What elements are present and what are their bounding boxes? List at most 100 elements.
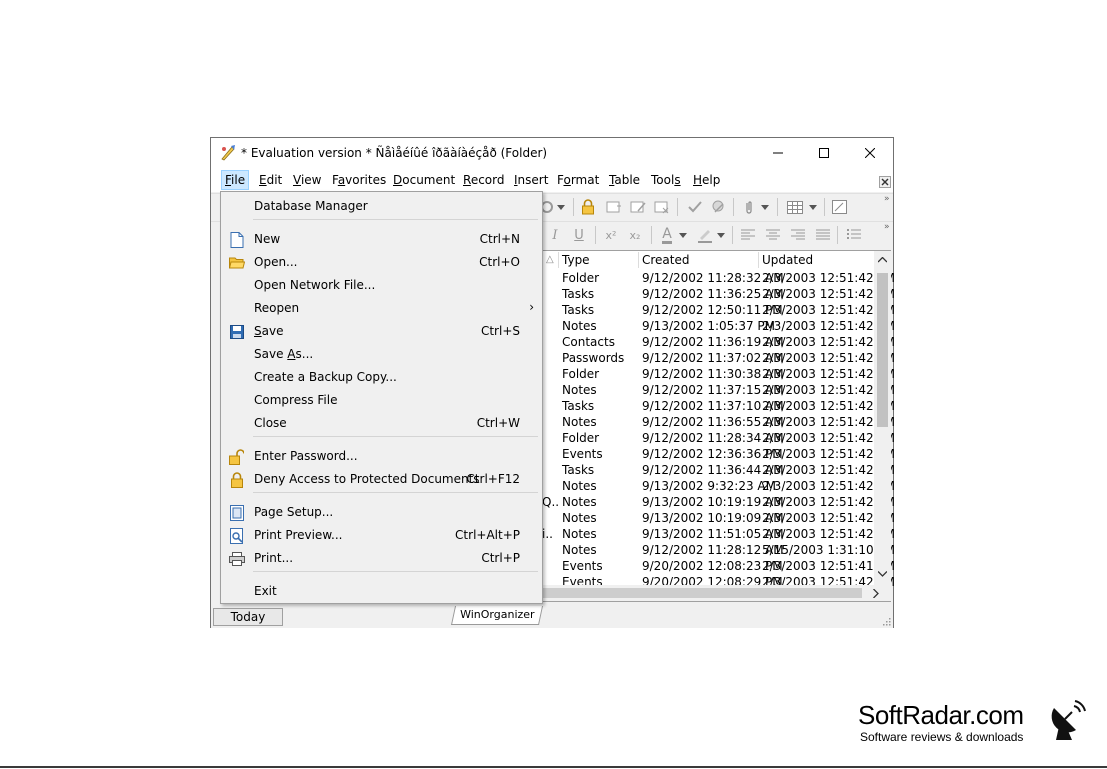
menu-item-open[interactable]: Open... Ctrl+O — [223, 251, 540, 273]
vertical-scrollbar[interactable] — [874, 251, 891, 585]
column-header-created[interactable]: Created — [642, 253, 690, 267]
menu-item-label: Compress File — [254, 393, 338, 407]
toolbar-dropdown-2[interactable] — [759, 197, 771, 217]
scroll-up-icon[interactable] — [878, 257, 887, 263]
toolbar-dropdown-3[interactable] — [807, 197, 819, 217]
toolbar-spellcheck-button[interactable] — [709, 197, 729, 217]
menu-item-shortcut: Ctrl+S — [480, 324, 520, 338]
menu-item-print[interactable]: Print... Ctrl+P — [223, 547, 540, 569]
toolbar-table-button[interactable] — [785, 197, 805, 217]
toolbar-dropdown-1[interactable] — [555, 197, 567, 217]
menu-item-save-as[interactable]: Save As... — [223, 343, 540, 365]
menu-item-close[interactable]: Close Ctrl+W — [223, 412, 540, 434]
resize-grip-icon[interactable] — [881, 616, 891, 626]
locked-padlock-icon — [228, 471, 245, 488]
justify-button[interactable] — [813, 225, 833, 245]
menu-item-enter-password[interactable]: Enter Password... — [223, 445, 540, 467]
menu-item-shortcut: Ctrl+F12 — [466, 472, 520, 486]
watermark-name: SoftRadar.com — [858, 700, 1024, 730]
menu-item-label: Close — [254, 416, 287, 430]
minimize-button[interactable] — [755, 138, 801, 168]
menu-item-label: Save As... — [254, 347, 314, 361]
menu-item-database-manager[interactable]: Database Manager — [223, 195, 540, 217]
toolbar-edit-record-button[interactable] — [628, 197, 648, 217]
menu-format[interactable]: Format — [554, 171, 602, 189]
menu-item-create-backup-copy[interactable]: Create a Backup Copy... — [223, 366, 540, 388]
maximize-button[interactable] — [801, 138, 847, 168]
toolbar-delete-record-button[interactable] — [652, 197, 672, 217]
menu-item-label: Reopen — [254, 301, 300, 315]
row-created: 9/13/2002 9:32:23 AM — [642, 479, 776, 493]
highlight-button[interactable] — [695, 225, 715, 245]
menu-help[interactable]: Help — [690, 171, 723, 189]
font-color-button[interactable]: A — [657, 225, 677, 245]
menu-item-page-setup[interactable]: Page Setup... — [223, 501, 540, 523]
align-center-button[interactable] — [763, 225, 783, 245]
bullet-list-button[interactable] — [844, 225, 864, 245]
highlighter-icon — [698, 230, 712, 243]
toolbar-add-record-button[interactable] — [604, 197, 624, 217]
mdi-close-icon[interactable] — [879, 176, 891, 188]
toolbar-check-button[interactable] — [685, 197, 705, 217]
menu-separator — [253, 219, 538, 220]
menu-table[interactable]: Table — [606, 171, 643, 189]
new-document-icon — [228, 231, 245, 248]
menu-view[interactable]: View — [290, 171, 324, 189]
toolbar-attach-button[interactable] — [739, 197, 759, 217]
scroll-down-icon[interactable] — [878, 571, 887, 577]
toolbar-image-button[interactable] — [829, 197, 849, 217]
row-type: Tasks — [562, 399, 595, 413]
menu-item-label: Database Manager — [254, 199, 368, 213]
menu-item-exit[interactable]: Exit — [223, 580, 540, 602]
status-bar: Today WinOrganizer — [211, 604, 893, 628]
row-type: Notes — [562, 415, 597, 429]
toolbar-overflow-chevron[interactable]: » — [884, 194, 890, 204]
unlocked-padlock-icon — [228, 448, 245, 465]
toolbar-separator — [777, 198, 778, 216]
menu-record[interactable]: Record — [460, 171, 507, 189]
maximize-icon — [819, 148, 829, 158]
column-header-type[interactable]: Type — [562, 253, 590, 267]
close-window-button[interactable] — [847, 138, 893, 168]
menu-item-label: New — [254, 232, 281, 246]
underline-button[interactable]: U — [569, 225, 589, 245]
scroll-right-icon[interactable] — [873, 589, 879, 598]
vertical-scroll-thumb[interactable] — [877, 273, 888, 427]
menu-document[interactable]: Document — [390, 171, 458, 189]
page-setup-icon — [228, 504, 245, 521]
menu-item-deny-access[interactable]: Deny Access to Protected Documents Ctrl+F… — [223, 468, 540, 490]
menu-item-shortcut: Ctrl+W — [476, 416, 520, 430]
menu-insert[interactable]: Insert — [511, 171, 551, 189]
submenu-arrow-icon: › — [529, 300, 534, 314]
highlight-dropdown[interactable] — [715, 225, 727, 245]
align-left-button[interactable] — [738, 225, 758, 245]
menu-item-label: Exit — [254, 584, 277, 598]
menu-favorites[interactable]: Favorites — [329, 171, 389, 189]
menu-edit[interactable]: Edit — [256, 171, 285, 189]
row-created: 9/13/2002 1:05:37 PM — [642, 319, 776, 333]
document-tab-label: WinOrganizer — [460, 608, 535, 621]
italic-button[interactable]: I — [545, 225, 565, 245]
menu-file[interactable]: File — [221, 170, 250, 190]
menu-separator — [253, 571, 538, 572]
menu-item-save[interactable]: Save Ctrl+S — [223, 320, 540, 342]
menu-tools[interactable]: Tools — [648, 171, 684, 189]
menu-item-open-network-file[interactable]: Open Network File... — [223, 274, 540, 296]
menu-item-print-preview[interactable]: Print Preview... Ctrl+Alt+P — [223, 524, 540, 546]
menu-item-compress-file[interactable]: Compress File — [223, 389, 540, 411]
superscript-button[interactable]: x² — [601, 225, 621, 245]
row-type: Events — [562, 559, 603, 573]
menu-item-reopen[interactable]: Reopen › — [223, 297, 540, 319]
align-right-button[interactable] — [788, 225, 808, 245]
today-button[interactable]: Today — [213, 608, 283, 626]
row-type: Notes — [562, 495, 597, 509]
subscript-button[interactable]: x₂ — [625, 225, 645, 245]
document-tab[interactable]: WinOrganizer — [450, 606, 544, 625]
font-color-dropdown[interactable] — [677, 225, 689, 245]
column-header-updated[interactable]: Updated — [762, 253, 813, 267]
toolbar-lock-button[interactable] — [578, 197, 598, 217]
image-frame-icon — [831, 200, 847, 214]
chevron-down-icon — [717, 232, 725, 238]
toolbar-overflow-chevron[interactable]: » — [884, 222, 890, 232]
menu-item-new[interactable]: New Ctrl+N — [223, 228, 540, 250]
